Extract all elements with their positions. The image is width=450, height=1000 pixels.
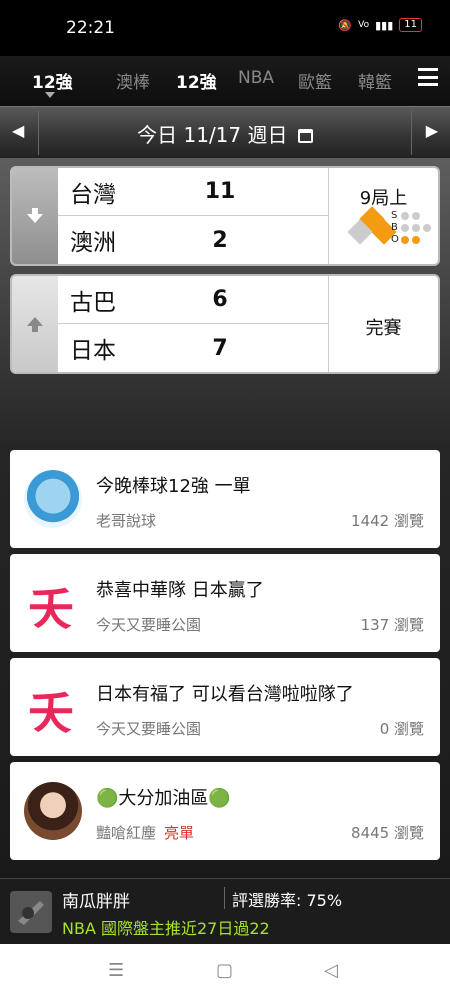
post-item[interactable]: 夭 日本有福了 可以看台灣啦啦隊了 今天又要睡公園 0 瀏覽 bbox=[10, 658, 440, 756]
recents-icon[interactable]: ☰ bbox=[108, 960, 124, 981]
team-score: 2 bbox=[212, 227, 228, 253]
tipster-name: 南瓜胖胖 bbox=[62, 892, 130, 912]
tab-korea-basketball[interactable]: 韓籃 bbox=[358, 68, 392, 93]
win-rate: 評選勝率: 75% bbox=[232, 891, 343, 910]
team-score: 11 bbox=[204, 179, 236, 204]
strike-letter: S bbox=[391, 210, 398, 221]
featured-tipster-bar[interactable]: 南瓜胖胖 評選勝率: 75% NBA 國際盤主推近27日過22 bbox=[0, 878, 450, 944]
strike-dot bbox=[401, 212, 409, 220]
post-item[interactable]: 今晚棒球12強 一單 老哥說球 1442 瀏覽 bbox=[10, 450, 440, 548]
system-nav-bar: ☰ ▢ ◁ bbox=[0, 944, 450, 1000]
next-day-button[interactable]: ▶ bbox=[426, 121, 438, 140]
team-score: 6 bbox=[212, 287, 228, 312]
volte-icon: Vo bbox=[358, 20, 370, 30]
chevron-down-icon bbox=[45, 92, 55, 98]
avatar: 夭 bbox=[24, 678, 82, 736]
ball-dot bbox=[412, 224, 420, 232]
avatar: 夭 bbox=[24, 574, 82, 632]
post-title: 🟢大分加油區🟢 bbox=[96, 788, 231, 809]
home-icon[interactable]: ▢ bbox=[216, 960, 233, 981]
avatar bbox=[24, 470, 82, 528]
bet-tag: 亮單 bbox=[164, 824, 195, 842]
tab-aus-baseball[interactable]: 澳棒 bbox=[116, 68, 150, 93]
post-title: 恭喜中華隊 日本贏了 bbox=[96, 580, 264, 601]
ball-dot bbox=[401, 224, 409, 232]
tipster-promo: NBA 國際盤主推近27日過22 bbox=[62, 919, 270, 938]
post-title: 今晚棒球12強 一單 bbox=[96, 476, 251, 497]
post-author: 今天又要睡公園 bbox=[96, 616, 202, 634]
view-count: 8445 瀏覽 bbox=[351, 824, 424, 842]
author-name: 豔嗆紅塵 bbox=[96, 824, 157, 842]
avatar-glyph: 夭 bbox=[28, 583, 74, 632]
view-count: 137 瀏覽 bbox=[360, 616, 424, 634]
post-title: 日本有福了 可以看台灣啦啦隊了 bbox=[96, 684, 354, 705]
team-name: 日本 bbox=[70, 338, 116, 364]
whistle-icon bbox=[18, 901, 44, 925]
base-count-indicator: S B O bbox=[341, 206, 436, 246]
post-item[interactable]: 夭 恭喜中華隊 日本贏了 今天又要睡公園 137 瀏覽 bbox=[10, 554, 440, 652]
team-name: 台灣 bbox=[70, 181, 116, 208]
divider bbox=[411, 111, 412, 155]
game-status: 完賽 bbox=[328, 276, 438, 372]
out-letter: O bbox=[391, 234, 399, 245]
view-count: 1442 瀏覽 bbox=[351, 512, 424, 530]
tab-12-strong[interactable]: 12強 bbox=[176, 68, 217, 93]
signal-icon: ▮▮▮ bbox=[375, 18, 394, 32]
date-text: 今日 11/17 週日 bbox=[137, 123, 288, 147]
post-author: 老哥說球 bbox=[96, 512, 157, 530]
post-author: 今天又要睡公園 bbox=[96, 720, 202, 738]
arrow-up-icon bbox=[27, 317, 43, 332]
game-status: 9局上 S B O bbox=[328, 168, 438, 264]
game-card[interactable]: 台灣 11 澳洲 2 9局上 S B O bbox=[10, 166, 440, 266]
arrow-down-icon bbox=[27, 208, 43, 223]
post-item[interactable]: 🟢大分加油區🟢 豔嗆紅塵 亮單 8445 瀏覽 bbox=[10, 762, 440, 860]
collapse-toggle[interactable] bbox=[12, 168, 58, 264]
avatar bbox=[24, 782, 82, 840]
team-row: 日本 7 bbox=[58, 324, 328, 372]
team-score: 7 bbox=[212, 335, 228, 361]
menu-icon[interactable] bbox=[418, 68, 438, 86]
tipster-badge-icon bbox=[10, 891, 52, 933]
team-name: 古巴 bbox=[70, 289, 116, 316]
team-name: 澳洲 bbox=[70, 230, 116, 256]
out-dot bbox=[401, 236, 409, 244]
tab-euro-basketball[interactable]: 歐籃 bbox=[298, 68, 332, 93]
date-label[interactable]: 今日 11/17 週日 bbox=[0, 119, 450, 148]
ball-dot bbox=[423, 224, 431, 232]
expand-toggle[interactable] bbox=[12, 276, 58, 372]
ball-letter: B bbox=[391, 222, 398, 233]
clock: 22:21 bbox=[66, 18, 115, 38]
status-bar: 22:21 🔕 Vo ▮▮▮ 11 bbox=[0, 0, 450, 56]
team-row: 澳洲 2 bbox=[58, 216, 328, 264]
view-count: 0 瀏覽 bbox=[379, 720, 424, 738]
team-row: 台灣 11 bbox=[58, 168, 328, 216]
tab-12-strong-selected[interactable]: 12強 bbox=[32, 68, 73, 93]
strike-dot bbox=[412, 212, 420, 220]
out-dot bbox=[412, 236, 420, 244]
divider bbox=[224, 887, 225, 909]
status-icons: 🔕 Vo ▮▮▮ 11 bbox=[338, 18, 422, 32]
game-card[interactable]: 古巴 6 日本 7 完賽 bbox=[10, 274, 440, 374]
final-label: 完賽 bbox=[365, 318, 402, 339]
post-author: 豔嗆紅塵 亮單 bbox=[96, 822, 194, 843]
avatar-glyph: 夭 bbox=[28, 687, 74, 736]
inning-label: 9局上 bbox=[359, 188, 408, 209]
team-row: 古巴 6 bbox=[58, 276, 328, 324]
sport-tabs: 12強 澳棒 12強 NBA 歐籃 韓籃 bbox=[0, 56, 450, 106]
battery-icon: 11 bbox=[399, 18, 422, 32]
back-icon[interactable]: ◁ bbox=[324, 960, 338, 981]
tab-nba[interactable]: NBA bbox=[238, 68, 274, 88]
calendar-icon bbox=[297, 129, 313, 143]
date-bar: ◀ 今日 11/17 週日 ▶ bbox=[0, 106, 450, 158]
sbo-letters: S B O bbox=[391, 210, 399, 246]
mute-icon: 🔕 bbox=[338, 18, 353, 32]
